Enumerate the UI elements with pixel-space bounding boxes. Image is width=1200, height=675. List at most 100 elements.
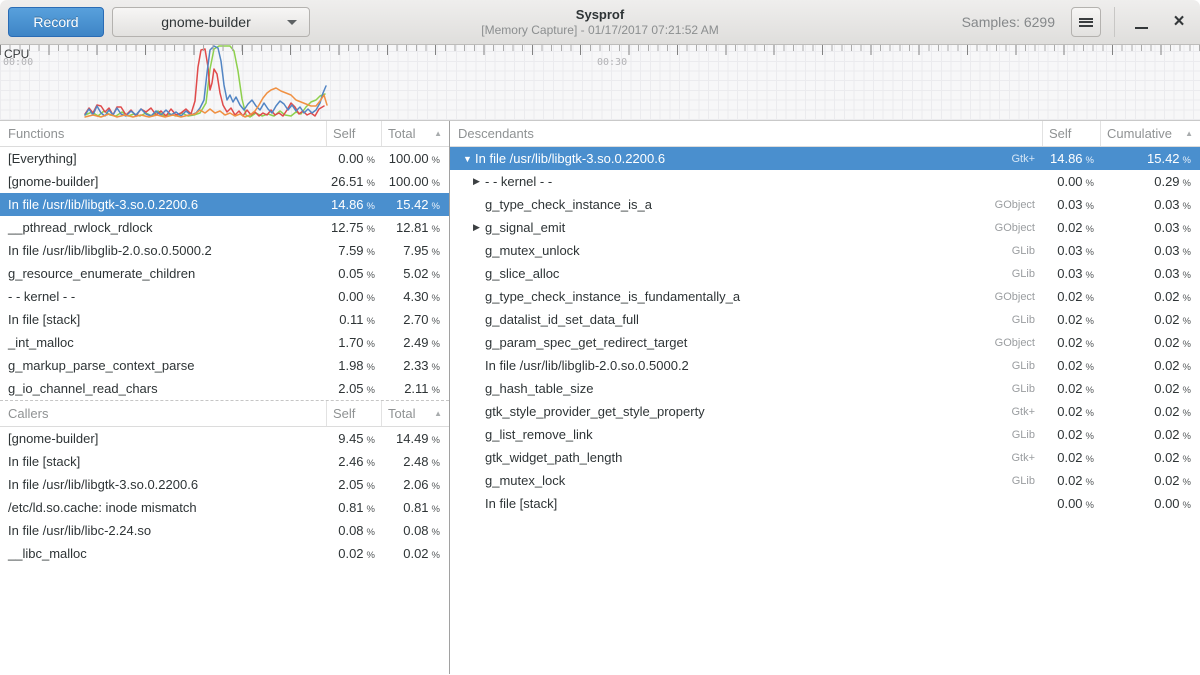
table-row[interactable]: In file /usr/lib/libgtk-3.so.0.2200.6 14… — [0, 193, 449, 216]
minimize-icon — [1135, 27, 1148, 29]
self-percent: 0.02% — [1042, 312, 1100, 327]
functions-header: Functions Self Total ▲ — [0, 121, 449, 147]
functions-total-column-header[interactable]: Total ▲ — [381, 121, 449, 146]
cumulative-percent: 0.02% — [1100, 312, 1200, 327]
self-percent: 0.00% — [1042, 174, 1100, 189]
self-percent: 0.02% — [326, 546, 381, 561]
function-name: In file /usr/lib/libglib-2.0.so.0.5000.2 — [485, 358, 689, 373]
table-row[interactable]: In file /usr/lib/libc-2.24.so 0.08% 0.08… — [0, 519, 449, 542]
function-name: [Everything] — [0, 151, 326, 166]
table-row[interactable]: g_io_channel_read_chars 2.05% 2.11% — [0, 377, 449, 400]
function-name: __pthread_rwlock_rdlock — [0, 220, 326, 235]
library-category: Gtk+ — [1011, 452, 1042, 464]
tree-row[interactable]: g_datalist_id_set_data_full GLib 0.02% 0… — [450, 308, 1200, 331]
tree-row[interactable]: ▶ g_signal_emit GObject 0.02% 0.03% — [450, 216, 1200, 239]
function-name: g_list_remove_link — [485, 427, 593, 442]
function-name: In file /usr/lib/libglib-2.0.so.0.5000.2 — [0, 243, 326, 258]
tree-row[interactable]: gtk_style_provider_get_style_property Gt… — [450, 400, 1200, 423]
function-name: _int_malloc — [0, 335, 326, 350]
self-percent: 26.51% — [326, 174, 381, 189]
table-row[interactable]: __libc_malloc 0.02% 0.02% — [0, 542, 449, 565]
sort-ascending-icon: ▲ — [434, 409, 442, 418]
self-percent: 0.03% — [1042, 243, 1100, 258]
function-name: In file /usr/lib/libc-2.24.so — [0, 523, 326, 538]
minimize-button[interactable] — [1128, 7, 1154, 37]
expander-icon[interactable]: ▶ — [473, 176, 485, 187]
tree-row[interactable]: g_param_spec_get_redirect_target GObject… — [450, 331, 1200, 354]
library-category: GObject — [995, 199, 1042, 211]
library-category: GObject — [995, 222, 1042, 234]
tree-row[interactable]: g_slice_alloc GLib 0.03% 0.03% — [450, 262, 1200, 285]
descendants-self-column-header[interactable]: Self — [1042, 121, 1100, 146]
cumulative-percent: 0.00% — [1100, 496, 1200, 511]
cumulative-percent: 15.42% — [1100, 151, 1200, 166]
function-name: In file /usr/lib/libgtk-3.so.0.2200.6 — [475, 151, 665, 166]
table-row[interactable]: In file /usr/lib/libgtk-3.so.0.2200.6 2.… — [0, 473, 449, 496]
table-row[interactable]: __pthread_rwlock_rdlock 12.75% 12.81% — [0, 216, 449, 239]
total-percent: 5.02% — [381, 266, 449, 281]
total-percent: 100.00% — [381, 174, 449, 189]
table-row[interactable]: [Everything] 0.00% 100.00% — [0, 147, 449, 170]
table-row[interactable]: /etc/ld.so.cache: inode mismatch 0.81% 0… — [0, 496, 449, 519]
table-row[interactable]: [gnome-builder] 9.45% 14.49% — [0, 427, 449, 450]
tree-row[interactable]: g_list_remove_link GLib 0.02% 0.02% — [450, 423, 1200, 446]
library-category: GLib — [1012, 383, 1042, 395]
menu-button[interactable] — [1071, 7, 1101, 37]
tree-row[interactable]: g_hash_table_size GLib 0.02% 0.02% — [450, 377, 1200, 400]
self-percent: 0.02% — [1042, 473, 1100, 488]
total-percent: 4.30% — [381, 289, 449, 304]
expander-icon[interactable]: ▼ — [463, 154, 475, 164]
self-percent: 2.05% — [326, 381, 381, 396]
table-row[interactable]: [gnome-builder] 26.51% 100.00% — [0, 170, 449, 193]
self-percent: 0.03% — [1042, 197, 1100, 212]
callers-column-header[interactable]: Callers — [0, 406, 326, 421]
table-row[interactable]: In file [stack] 0.11% 2.70% — [0, 308, 449, 331]
function-name: In file /usr/lib/libgtk-3.so.0.2200.6 — [0, 477, 326, 492]
cpu-graph[interactable]: CPU 00:00 00:30 — [0, 45, 1200, 121]
function-name: g_resource_enumerate_children — [0, 266, 326, 281]
callers-rows: [gnome-builder] 9.45% 14.49% In file [st… — [0, 427, 449, 565]
descendants-cumulative-column-header[interactable]: Cumulative ▲ — [1100, 121, 1200, 146]
tree-row[interactable]: g_type_check_instance_is_a GObject 0.03%… — [450, 193, 1200, 216]
tree-row[interactable]: ▶ - - kernel - - 0.00% 0.29% — [450, 170, 1200, 193]
function-name: /etc/ld.so.cache: inode mismatch — [0, 500, 326, 515]
cumulative-percent: 0.03% — [1100, 197, 1200, 212]
tree-row[interactable]: ▼ In file /usr/lib/libgtk-3.so.0.2200.6 … — [450, 147, 1200, 170]
callers-self-column-header[interactable]: Self — [326, 401, 381, 426]
tree-row[interactable]: In file [stack] 0.00% 0.00% — [450, 492, 1200, 515]
time-label-mid: 00:30 — [597, 57, 627, 68]
table-row[interactable]: g_resource_enumerate_children 0.05% 5.02… — [0, 262, 449, 285]
function-name: g_io_channel_read_chars — [0, 381, 326, 396]
self-percent: 0.02% — [1042, 335, 1100, 350]
functions-self-column-header[interactable]: Self — [326, 121, 381, 146]
total-percent: 100.00% — [381, 151, 449, 166]
table-row[interactable]: - - kernel - - 0.00% 4.30% — [0, 285, 449, 308]
table-row[interactable]: g_markup_parse_context_parse 1.98% 2.33% — [0, 354, 449, 377]
functions-column-header[interactable]: Functions — [0, 126, 326, 141]
cumulative-percent: 0.02% — [1100, 404, 1200, 419]
sort-ascending-icon: ▲ — [1185, 129, 1193, 138]
expander-icon[interactable]: ▶ — [473, 222, 485, 233]
tree-row[interactable]: In file /usr/lib/libglib-2.0.so.0.5000.2… — [450, 354, 1200, 377]
function-name: In file [stack] — [0, 454, 326, 469]
self-percent: 9.45% — [326, 431, 381, 446]
self-percent: 0.08% — [326, 523, 381, 538]
close-button[interactable]: × — [1166, 7, 1192, 37]
self-percent: 1.70% — [326, 335, 381, 350]
record-button[interactable]: Record — [8, 7, 104, 37]
descendants-table: Descendants Self Cumulative ▲ ▼ In file … — [450, 121, 1200, 674]
tree-row[interactable]: g_type_check_instance_is_fundamentally_a… — [450, 285, 1200, 308]
descendants-column-header[interactable]: Descendants — [450, 126, 1042, 141]
self-percent: 0.02% — [1042, 450, 1100, 465]
callers-total-column-header[interactable]: Total ▲ — [381, 401, 449, 426]
tree-row[interactable]: g_mutex_unlock GLib 0.03% 0.03% — [450, 239, 1200, 262]
tree-row[interactable]: g_mutex_lock GLib 0.02% 0.02% — [450, 469, 1200, 492]
table-row[interactable]: _int_malloc 1.70% 2.49% — [0, 331, 449, 354]
process-selector-dropdown[interactable]: gnome-builder — [112, 7, 310, 37]
cumulative-percent: 0.02% — [1100, 358, 1200, 373]
table-row[interactable]: In file [stack] 2.46% 2.48% — [0, 450, 449, 473]
tree-row[interactable]: gtk_widget_path_length Gtk+ 0.02% 0.02% — [450, 446, 1200, 469]
table-row[interactable]: In file /usr/lib/libglib-2.0.so.0.5000.2… — [0, 239, 449, 262]
self-percent: 0.81% — [326, 500, 381, 515]
total-percent: 15.42% — [381, 197, 449, 212]
